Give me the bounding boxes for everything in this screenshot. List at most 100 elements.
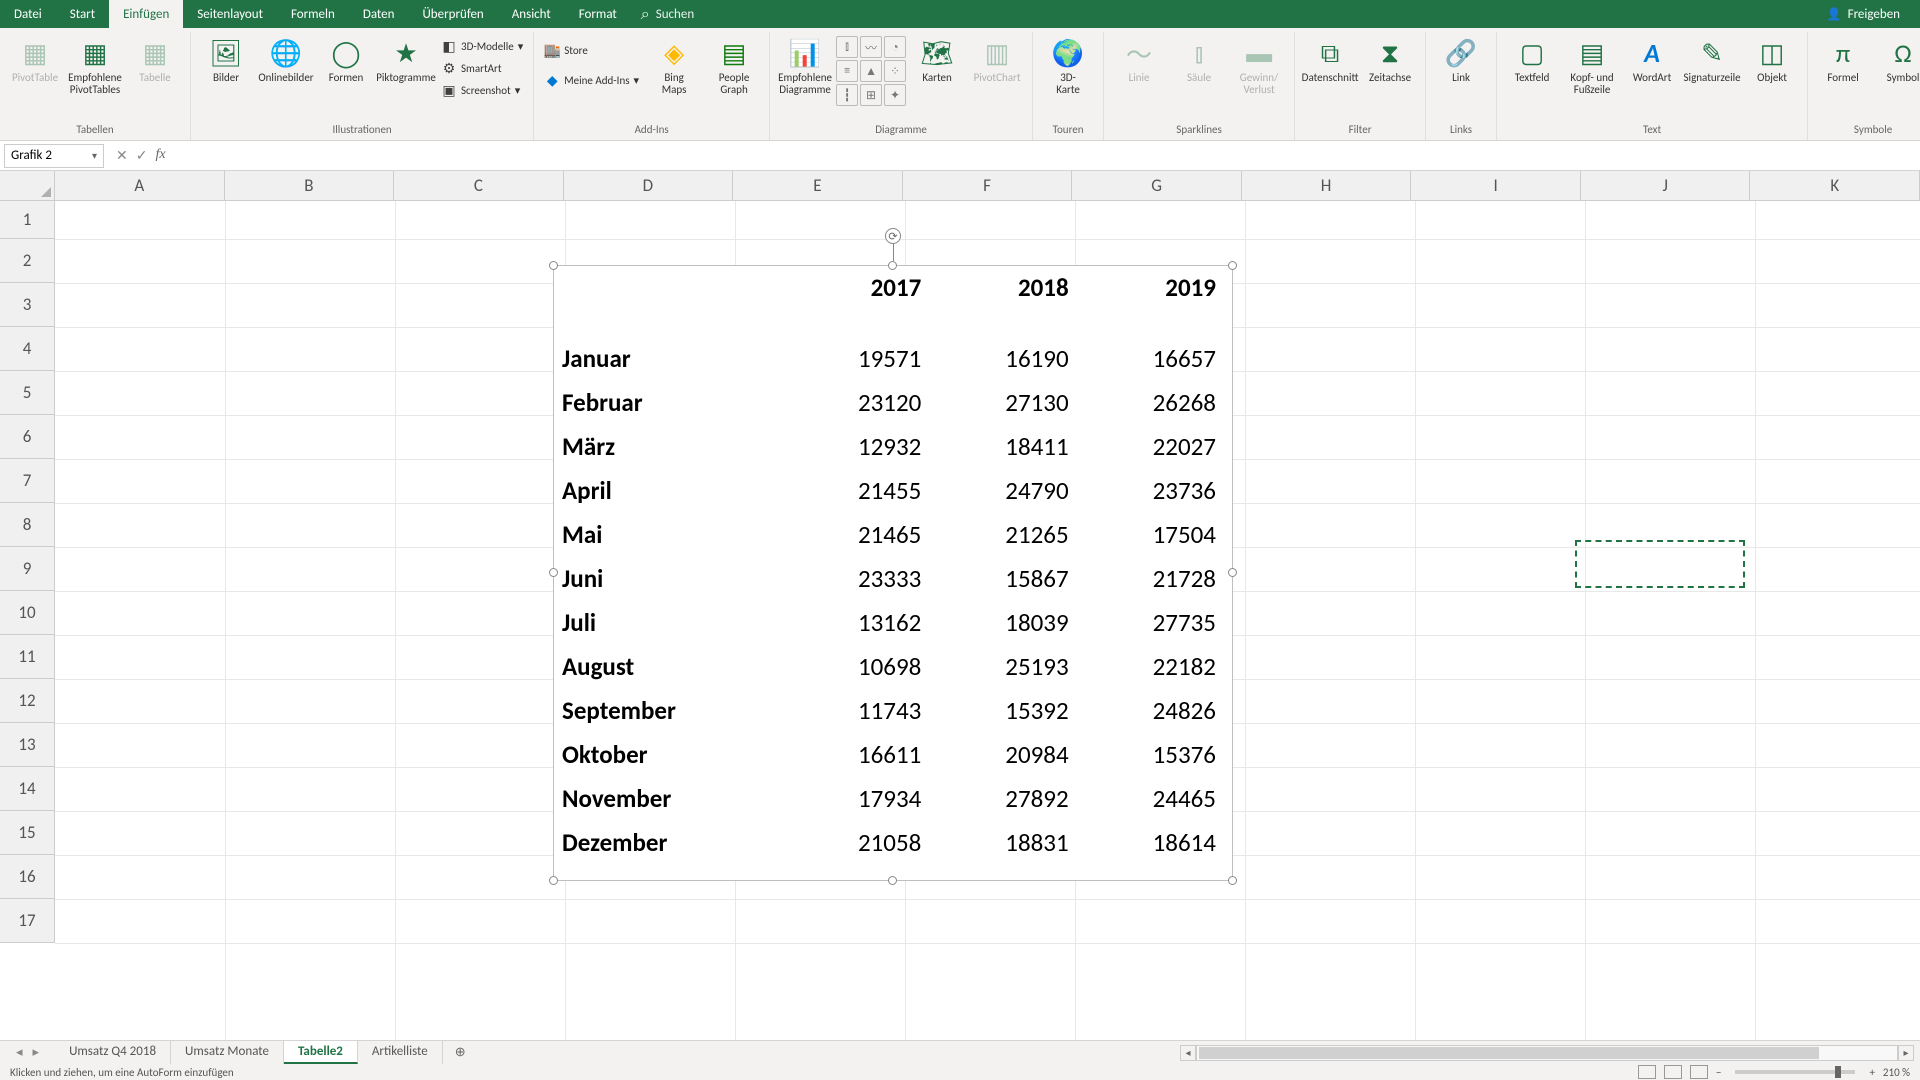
view-pagebreak-button[interactable] [1690,1065,1708,1079]
zoom-knob[interactable] [1835,1066,1841,1078]
row-header-8[interactable]: 8 [0,503,55,547]
row-header-14[interactable]: 14 [0,767,55,811]
formula-input[interactable] [174,144,1920,168]
sheet-tab-umsatz-monate[interactable]: Umsatz Monate [171,1041,284,1064]
meine-addins-button[interactable]: ◆Meine Add-Ins ▾ [540,70,643,90]
menu-format[interactable]: Format [565,0,631,28]
link-button[interactable]: 🔗Link [1432,32,1490,84]
view-normal-button[interactable] [1638,1065,1656,1079]
rotate-handle[interactable]: ⟳ [885,228,901,244]
column-header-E[interactable]: E [733,171,903,201]
row-header-17[interactable]: 17 [0,899,55,943]
fx-icon[interactable]: fx [155,147,165,164]
menu-uberprufen[interactable]: Überprüfen [408,0,497,28]
resize-handle-bm[interactable] [888,876,897,885]
zoom-in-button[interactable]: + [1869,1066,1874,1079]
piktogramme-button[interactable]: ★Piktogramme [377,32,435,84]
zoom-value[interactable]: 210 % [1883,1066,1910,1079]
3dmodelle-button[interactable]: ◧3D-Modelle ▾ [437,36,527,56]
horizontal-scrollbar[interactable]: ◂ ▸ [1180,1045,1920,1061]
column-header-C[interactable]: C [394,171,564,201]
onlinebilder-button[interactable]: 🌐Onlinebilder [257,32,315,84]
view-pagelayout-button[interactable] [1664,1065,1682,1079]
name-box[interactable]: Grafik 2 [4,144,104,168]
peoplegraph-button[interactable]: ▤People Graph [705,32,763,96]
menu-ansicht[interactable]: Ansicht [498,0,565,28]
hscroll-thumb[interactable] [1199,1047,1819,1059]
cells-area[interactable]: ⟳ 201720182019Januar195711619016657Febru… [55,201,1920,1046]
row-header-6[interactable]: 6 [0,415,55,459]
store-button[interactable]: 🏬Store [540,40,643,60]
chart-area-icon[interactable]: ▲ [860,60,882,82]
hscroll-right-icon[interactable]: ▸ [1898,1045,1914,1061]
row-header-7[interactable]: 7 [0,459,55,503]
row-header-15[interactable]: 15 [0,811,55,855]
bingmaps-button[interactable]: ◈Bing Maps [645,32,703,96]
chevron-down-icon[interactable] [92,148,97,163]
share-button[interactable]: Freigeben [1827,7,1900,22]
zoom-out-button[interactable]: − [1716,1066,1721,1079]
chart-line-icon[interactable]: 〰 [860,36,882,58]
zoom-slider[interactable] [1735,1070,1855,1074]
formel-button[interactable]: πFormel [1814,32,1872,84]
row-header-13[interactable]: 13 [0,723,55,767]
data-table-object[interactable]: ⟳ 201720182019Januar195711619016657Febru… [553,265,1233,881]
wordart-button[interactable]: AWordArt [1623,32,1681,84]
row-header-4[interactable]: 4 [0,327,55,371]
row-headers[interactable]: 1234567891011121314151617 [0,201,55,943]
empfohlene-pivot-button[interactable]: ▦Empfohlene PivotTables [66,32,124,96]
symbol-button[interactable]: ΩSymbol [1874,32,1920,84]
hscroll-track[interactable] [1196,1045,1898,1061]
chart-bar-icon[interactable]: ≡ [836,60,858,82]
row-header-5[interactable]: 5 [0,371,55,415]
sheet-tab-artikelliste[interactable]: Artikelliste [358,1041,443,1064]
menu-datei[interactable]: Datei [0,0,56,28]
column-headers[interactable]: ABCDEFGHIJK [55,171,1920,201]
row-header-16[interactable]: 16 [0,855,55,899]
textfeld-button[interactable]: ▢Textfeld [1503,32,1561,84]
empfohlene-diagramme-button[interactable]: 📊Empfohlene Diagramme [776,32,834,96]
tell-me-search[interactable]: Suchen [641,5,694,24]
resize-handle-ml[interactable] [549,568,558,577]
sheet-nav-last-icon[interactable]: ▸ [33,1045,40,1060]
new-sheet-button[interactable]: ⊕ [443,1045,478,1060]
sheet-tab-tabelle2[interactable]: Tabelle2 [284,1041,358,1064]
cancel-icon[interactable]: ✕ [116,147,128,164]
menu-seitenlayout[interactable]: Seitenlayout [183,0,277,28]
column-header-A[interactable]: A [55,171,225,201]
resize-handle-mr[interactable] [1228,568,1237,577]
row-header-3[interactable]: 3 [0,283,55,327]
menu-einfugen[interactable]: Einfügen [109,0,183,28]
objekt-button[interactable]: ◫Objekt [1743,32,1801,84]
menu-daten[interactable]: Daten [349,0,409,28]
enter-icon[interactable]: ✓ [136,147,148,164]
signatur-button[interactable]: ✎Signaturzeile [1683,32,1741,84]
sheet-tab-umsatz-q4[interactable]: Umsatz Q4 2018 [55,1041,171,1064]
resize-handle-br[interactable] [1228,876,1237,885]
column-header-J[interactable]: J [1581,171,1751,201]
row-header-10[interactable]: 10 [0,591,55,635]
column-header-I[interactable]: I [1411,171,1581,201]
chart-pie-icon[interactable]: ◔ [884,36,906,58]
chart-combo-icon[interactable]: ⊞ [860,84,882,106]
column-header-H[interactable]: H [1242,171,1412,201]
kopfzeile-button[interactable]: ▤Kopf- und Fußzeile [1563,32,1621,96]
row-header-9[interactable]: 9 [0,547,55,591]
smartart-button[interactable]: ⚙SmartArt [437,58,527,78]
menu-start[interactable]: Start [56,0,109,28]
zeitachse-button[interactable]: ⧗Zeitachse [1361,32,1419,84]
formen-button[interactable]: ◯Formen [317,32,375,84]
resize-handle-tl[interactable] [549,261,558,270]
karten-button[interactable]: 🗺Karten [908,32,966,84]
row-header-11[interactable]: 11 [0,635,55,679]
select-all-corner[interactable] [0,171,55,201]
chart-column-icon[interactable]: ⫾ [836,36,858,58]
3dkarte-button[interactable]: 🌍3D- Karte [1039,32,1097,96]
worksheet-grid[interactable]: ABCDEFGHIJK 1234567891011121314151617 ⟳ … [0,171,1920,1046]
datenschnitt-button[interactable]: ⧉Datenschnitt [1301,32,1359,84]
column-header-K[interactable]: K [1750,171,1920,201]
column-header-B[interactable]: B [225,171,395,201]
sheet-nav-first-icon[interactable]: ◂ [16,1045,23,1060]
resize-handle-bl[interactable] [549,876,558,885]
column-header-G[interactable]: G [1072,171,1242,201]
